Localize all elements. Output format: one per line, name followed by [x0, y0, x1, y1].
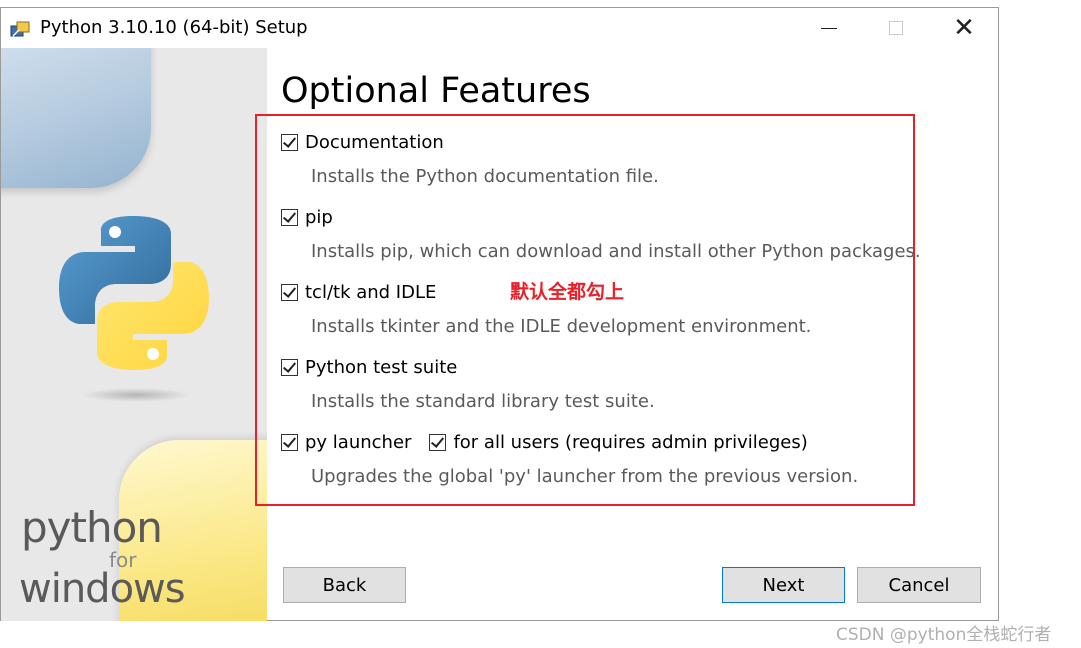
logo-shadow — [81, 388, 191, 402]
maximize-button[interactable] — [873, 8, 919, 48]
minimize-icon — [821, 27, 837, 29]
cancel-button[interactable]: Cancel — [857, 567, 981, 603]
next-button[interactable]: Next — [722, 567, 845, 603]
window-title: Python 3.10.10 (64-bit) Setup — [40, 17, 308, 38]
installer-app-icon — [10, 21, 30, 37]
minimize-button[interactable] — [806, 8, 852, 48]
watermark: CSDN @python全栈蛇行者 — [836, 625, 1052, 645]
brand-python-text: python — [21, 503, 163, 552]
python-logo-icon — [59, 216, 209, 370]
blue-decoration — [1, 48, 151, 188]
maximize-icon — [889, 21, 903, 35]
close-button[interactable]: ✕ — [941, 8, 987, 48]
title-bar: Python 3.10.10 (64-bit) Setup ✕ — [1, 8, 998, 48]
back-button[interactable]: Back — [283, 567, 406, 603]
brand-windows-text: windows — [19, 566, 186, 612]
page-title: Optional Features — [281, 71, 591, 111]
sidebar-banner: python for windows — [1, 48, 267, 621]
annotation-highlight-box — [255, 114, 915, 506]
close-icon: ✕ — [953, 13, 975, 43]
